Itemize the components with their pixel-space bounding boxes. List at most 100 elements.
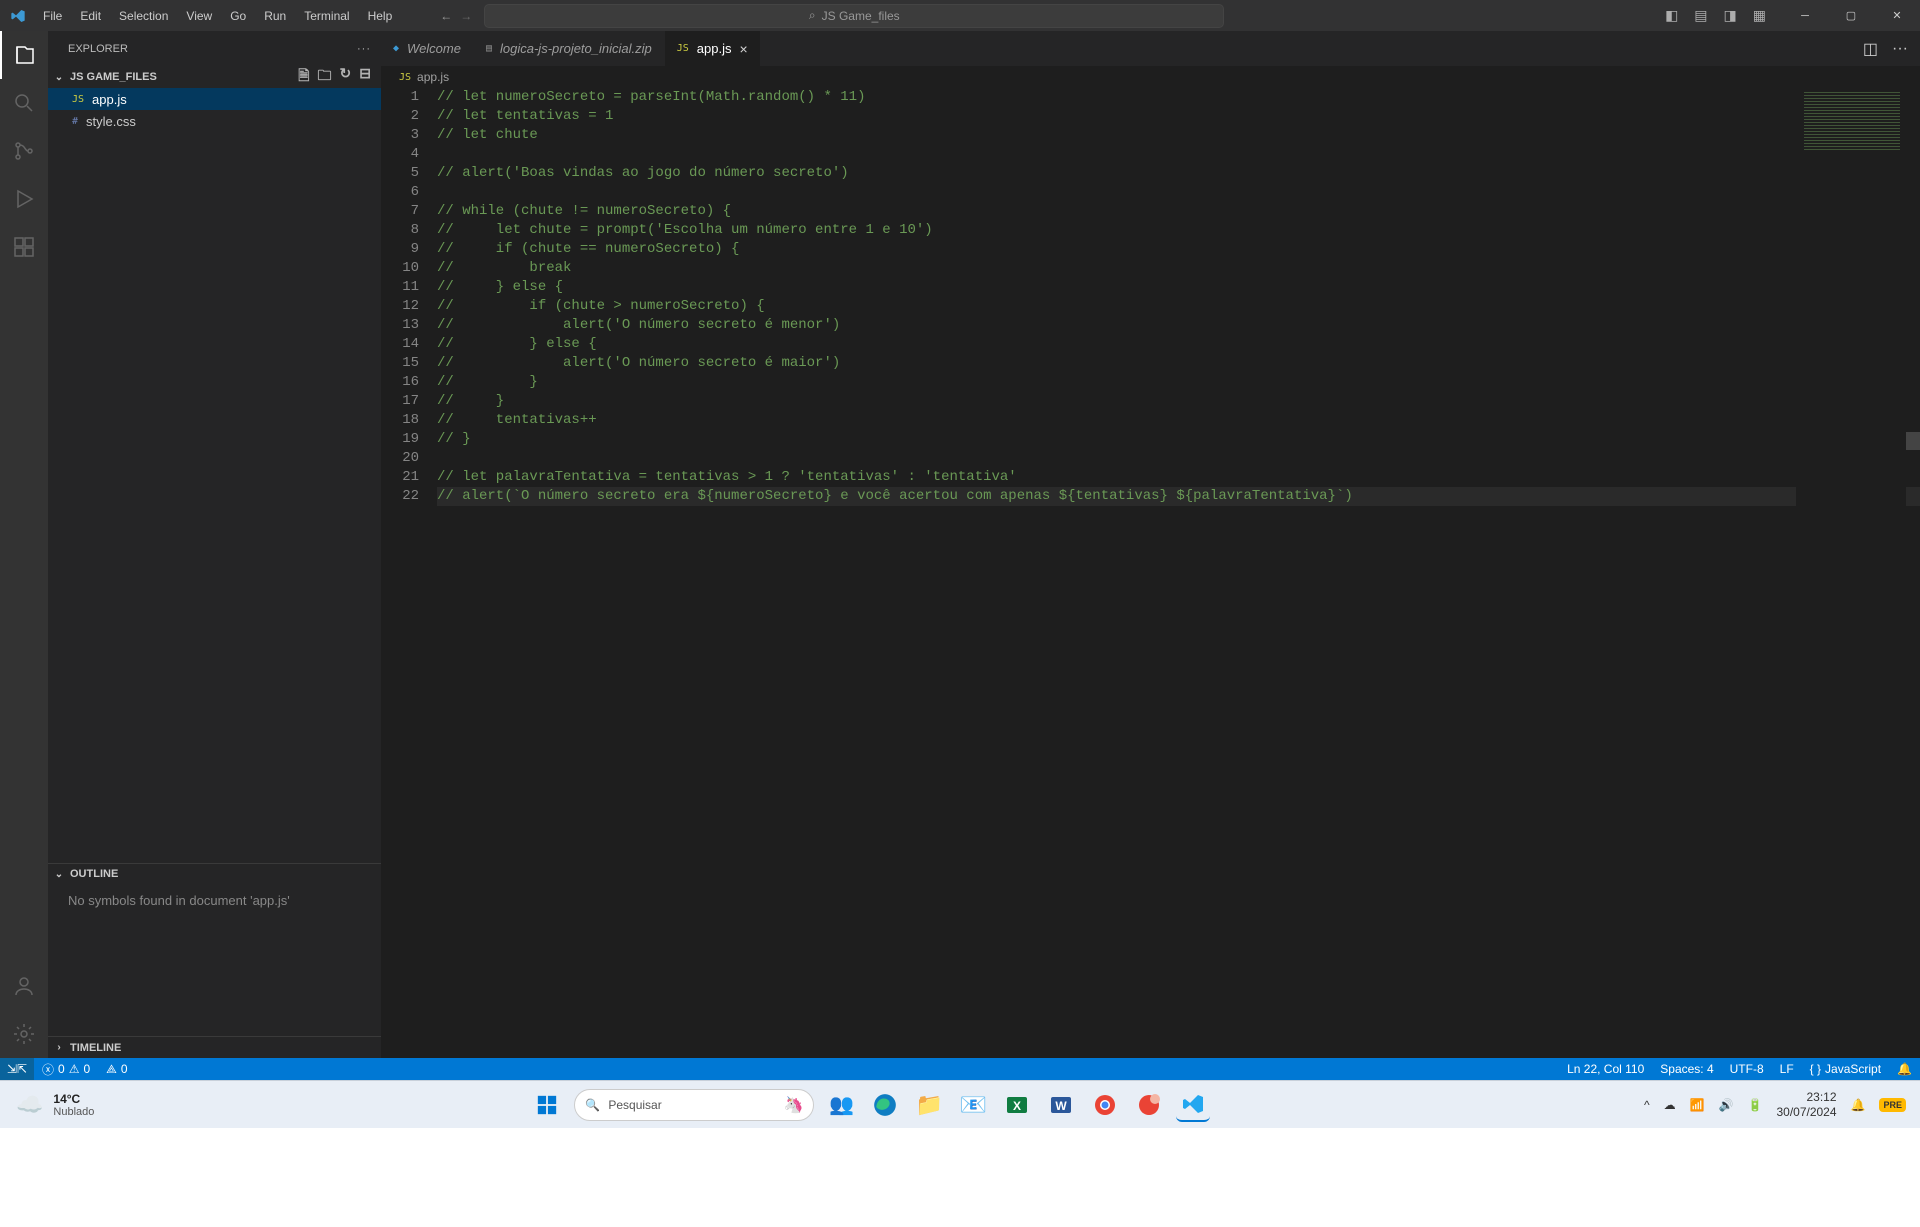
activity-search-icon[interactable] (0, 79, 48, 127)
activity-extensions-icon[interactable] (0, 223, 48, 271)
code-line[interactable]: // if (chute == numeroSecreto) { (437, 240, 1920, 259)
taskbar-excel-icon[interactable]: X (1000, 1088, 1034, 1122)
code-line[interactable]: // let palavraTentativa = tentativas > 1… (437, 468, 1920, 487)
menu-help[interactable]: Help (360, 3, 401, 29)
menu-terminal[interactable]: Terminal (296, 3, 357, 29)
scroll-thumb[interactable] (1906, 432, 1920, 450)
taskbar-search[interactable]: 🔍 Pesquisar 🦄 (574, 1089, 814, 1121)
status-spaces[interactable]: Spaces: 4 (1652, 1062, 1721, 1076)
folder-header[interactable]: ⌄ JS GAME_FILES 🗎 🗀 ↻ ⊟ (48, 66, 381, 88)
refresh-icon[interactable]: ↻ (340, 65, 352, 89)
menu-file[interactable]: File (35, 3, 70, 29)
tray-notification-icon[interactable]: 🔔 (1851, 1098, 1866, 1112)
code-line[interactable]: // alert('O número secreto é menor') (437, 316, 1920, 335)
code-line[interactable]: // alert('O número secreto é maior') (437, 354, 1920, 373)
tray-chevron-icon[interactable]: ^ (1644, 1098, 1650, 1112)
menu-selection[interactable]: Selection (111, 3, 176, 29)
outline-message: No symbols found in document 'app.js' (48, 885, 381, 917)
command-center[interactable]: ⌕ JS Game_files (484, 4, 1224, 28)
start-button[interactable] (530, 1088, 564, 1122)
tray-onedrive-icon[interactable]: ☁ (1664, 1098, 1676, 1112)
tab-welcome[interactable]: ◆ Welcome (381, 31, 474, 66)
code-line[interactable]: // } else { (437, 335, 1920, 354)
taskbar-weather[interactable]: ☁️ 14°C Nublado (0, 1092, 110, 1118)
taskbar-file-explorer-icon[interactable]: 📁 (912, 1088, 946, 1122)
timeline-header[interactable]: › TIMELINE (48, 1036, 381, 1058)
activity-source-control-icon[interactable] (0, 127, 48, 175)
tray-copilot-icon[interactable]: PRE (1879, 1098, 1906, 1112)
tray-battery-icon[interactable]: 🔋 (1748, 1098, 1763, 1112)
toggle-primary-sidebar-icon[interactable]: ◧ (1665, 7, 1678, 24)
activity-settings-icon[interactable] (0, 1010, 48, 1058)
code-line[interactable]: // } (437, 392, 1920, 411)
status-notifications-icon[interactable]: 🔔 (1889, 1062, 1920, 1076)
taskbar-chrome-profile-icon[interactable] (1132, 1088, 1166, 1122)
taskbar-chrome-icon[interactable] (1088, 1088, 1122, 1122)
menu-view[interactable]: View (178, 3, 220, 29)
scrollbar[interactable] (1906, 88, 1920, 1058)
new-file-icon[interactable]: 🗎 (298, 65, 309, 89)
taskbar-vscode-icon[interactable] (1176, 1088, 1210, 1122)
status-encoding[interactable]: UTF-8 (1722, 1062, 1772, 1076)
remote-icon[interactable]: ⇲⇱ (0, 1058, 34, 1080)
activity-explorer-icon[interactable] (0, 31, 48, 79)
tray-volume-icon[interactable]: 🔊 (1719, 1098, 1734, 1112)
collapse-icon[interactable]: ⊟ (359, 65, 371, 89)
customize-layout-icon[interactable]: ▦ (1753, 7, 1766, 24)
code-line[interactable]: // let tentativas = 1 (437, 107, 1920, 126)
code-line[interactable]: // alert('Boas vindas ao jogo do número … (437, 164, 1920, 183)
minimap[interactable] (1796, 88, 1906, 1058)
activity-run-debug-icon[interactable] (0, 175, 48, 223)
code-line[interactable] (437, 145, 1920, 164)
status-eol[interactable]: LF (1772, 1062, 1802, 1076)
code-editor[interactable]: 12345678910111213141516171819202122 // l… (381, 88, 1920, 1058)
taskbar-teams-icon[interactable]: 👥 (824, 1088, 858, 1122)
nav-back-icon[interactable]: ← (440, 9, 452, 23)
taskbar-mail-icon[interactable]: 📧 (956, 1088, 990, 1122)
file-item-app-js[interactable]: JS app.js (48, 88, 381, 110)
code-line[interactable]: // alert(`O número secreto era ${numeroS… (437, 487, 1920, 506)
tab-zip[interactable]: ▤ logica-js-projeto_inicial.zip (474, 31, 665, 66)
status-position[interactable]: Ln 22, Col 110 (1559, 1062, 1652, 1076)
taskbar-edge-icon[interactable] (868, 1088, 902, 1122)
code-line[interactable]: // tentativas++ (437, 411, 1920, 430)
tray-wifi-icon[interactable]: 📶 (1690, 1098, 1705, 1112)
code-line[interactable]: // } else { (437, 278, 1920, 297)
minimize-icon[interactable]: ─ (1782, 0, 1828, 31)
code-line[interactable]: // break (437, 259, 1920, 278)
code-line[interactable]: // let chute = prompt('Escolha um número… (437, 221, 1920, 240)
file-item-style-css[interactable]: # style.css (48, 110, 381, 132)
status-ports[interactable]: ⟁0 (98, 1062, 135, 1077)
code-line[interactable]: // } (437, 373, 1920, 392)
taskbar-clock[interactable]: 23:12 30/07/2024 (1776, 1090, 1836, 1119)
menu-run[interactable]: Run (256, 3, 294, 29)
taskbar-word-icon[interactable]: W (1044, 1088, 1078, 1122)
close-icon[interactable]: ✕ (1874, 0, 1920, 31)
split-editor-icon[interactable]: ◫ (1863, 39, 1878, 59)
tab-close-icon[interactable]: × (740, 41, 748, 57)
code-line[interactable]: // let numeroSecreto = parseInt(Math.ran… (437, 88, 1920, 107)
toggle-panel-icon[interactable]: ▤ (1694, 7, 1707, 24)
code-line[interactable] (437, 449, 1920, 468)
new-folder-icon[interactable]: 🗀 (318, 65, 332, 89)
code-line[interactable]: // let chute (437, 126, 1920, 145)
maximize-icon[interactable]: ▢ (1828, 0, 1874, 31)
radio-icon: ⟁ (106, 1062, 117, 1077)
sidebar-more-icon[interactable]: ··· (357, 43, 371, 55)
breadcrumb[interactable]: JS app.js (381, 66, 1920, 88)
nav-forward-icon[interactable]: → (460, 9, 472, 23)
menu-edit[interactable]: Edit (72, 3, 109, 29)
code-line[interactable]: // if (chute > numeroSecreto) { (437, 297, 1920, 316)
activity-accounts-icon[interactable] (0, 962, 48, 1010)
toggle-secondary-sidebar-icon[interactable]: ◨ (1724, 7, 1737, 24)
code-line[interactable]: // while (chute != numeroSecreto) { (437, 202, 1920, 221)
status-language[interactable]: { } JavaScript (1802, 1062, 1889, 1076)
menu-go[interactable]: Go (222, 3, 254, 29)
outline-header[interactable]: ⌄ OUTLINE (48, 863, 381, 885)
code-content[interactable]: // let numeroSecreto = parseInt(Math.ran… (437, 88, 1920, 1058)
code-line[interactable]: // } (437, 430, 1920, 449)
status-problems[interactable]: ⓧ0 ⚠0 (34, 1061, 98, 1078)
code-line[interactable] (437, 183, 1920, 202)
editor-more-icon[interactable]: ··· (1892, 40, 1908, 58)
tab-app-js[interactable]: JS app.js × (665, 31, 761, 66)
